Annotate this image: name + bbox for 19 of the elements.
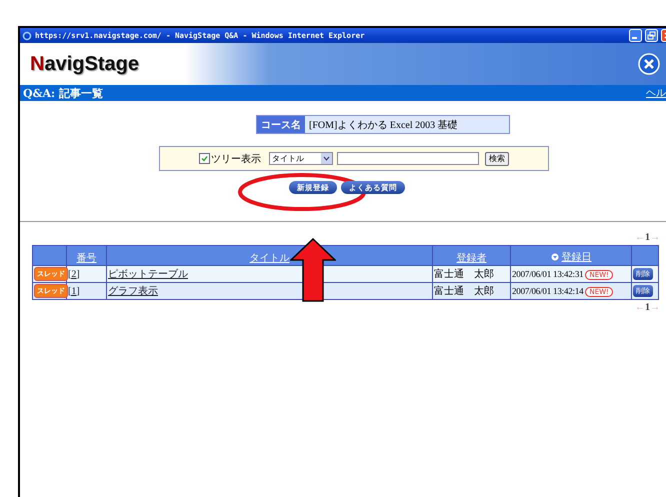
page-title: Q&A: 記事一覧 [23, 86, 103, 100]
date-text: 2007/06/01 13:42:31 [512, 268, 584, 278]
page-number: 1 [645, 232, 650, 243]
course-label: コース名 [257, 116, 305, 133]
number-link[interactable]: [1] [68, 286, 80, 296]
page-number: 1 [645, 302, 650, 313]
column-header-link[interactable]: タイトル [250, 251, 290, 265]
author-text: 富士通 太郎 [434, 269, 494, 280]
course-name: [FOM]よくわかる Excel 2003 基礎 [305, 116, 509, 133]
help-link[interactable]: ヘル [646, 86, 666, 100]
logo: NavigStage [30, 52, 139, 76]
search-button[interactable]: 検索 [485, 152, 509, 166]
date-text: 2007/06/01 13:42:14 [512, 286, 584, 296]
number-link[interactable]: [2] [68, 268, 80, 280]
title-link[interactable]: ピボットテーブル [108, 269, 188, 280]
author-text: 富士通 太郎 [434, 286, 494, 297]
field-select[interactable]: タイトル [269, 152, 333, 165]
title-link[interactable]: グラフ表示 [108, 286, 158, 297]
tree-view-label: ツリー表示 [211, 152, 261, 166]
